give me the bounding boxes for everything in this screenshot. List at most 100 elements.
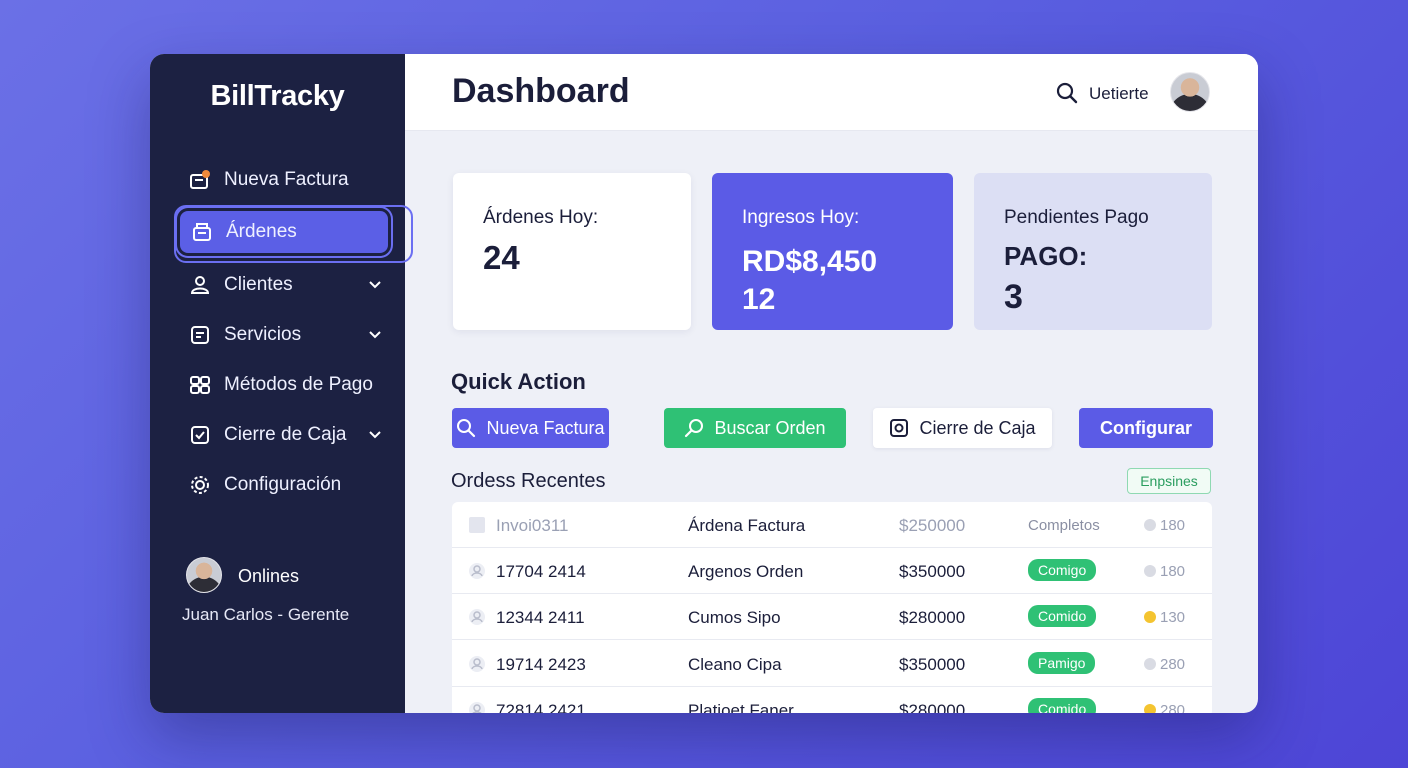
main-content: Dashboard Uetierte Árdenes Hoy: 24 Ingre… [405,54,1258,713]
status-dot [1144,704,1156,713]
chevron-down-icon[interactable] [368,276,382,298]
status-dot [1144,519,1156,531]
table-header-row: Invoi0311 Árdena Factura $250000 Complet… [452,502,1212,548]
cell-status: Completos [1028,517,1100,534]
status-badge: Comido [1028,698,1097,713]
status-dot [1144,658,1156,670]
cell-num: 180 [1160,517,1186,534]
table-row[interactable]: 12344 2411 Cumos Sipo $280000 Comido 130 [452,594,1212,640]
cell-desc: Platioet Faner [688,701,794,713]
search-icon [684,418,704,438]
status-badge: Comido [1028,605,1097,627]
sidebar-item-ordenes[interactable]: Árdenes [174,205,413,263]
search-icon [456,418,476,438]
checkbox-icon[interactable] [468,516,486,539]
sidebar-item-label: Nueva Factura [224,169,349,190]
sidebar-item-servicios[interactable]: Servicios [178,314,388,356]
invoice-icon [188,168,212,192]
configure-button[interactable]: Configurar [1079,408,1213,448]
sidebar: BillTracky Nueva Factura Árdenes Cliente… [150,54,413,713]
cell-amount: $280000 [899,608,966,627]
card-label: Pendientes Pago [1004,207,1149,228]
new-invoice-button[interactable]: Nueva Factura [452,408,609,448]
card-value: 3 [1004,278,1023,316]
sidebar-item-cierre-de-caja[interactable]: Cierre de Caja [178,414,388,456]
table-row[interactable]: 72814 2421 Platioet Faner $280000 Comido… [452,687,1212,713]
top-user-label[interactable]: Uetierte [1089,84,1149,104]
table-row[interactable]: 17704 2414 Argenos Orden $350000 Comigo … [452,548,1212,594]
avatar [186,557,222,593]
app-logo: BillTracky [210,80,345,112]
user-icon [468,655,486,678]
status-badge: Pamigo [1028,652,1096,674]
card-value: 24 [483,239,520,276]
button-label: Configurar [1100,417,1192,438]
sidebar-item-label: Árdenes [226,221,297,242]
sidebar-item-configuracion[interactable]: Configuración [178,464,388,506]
page-title: Dashboard [452,72,630,110]
user-icon [188,273,212,297]
quick-action-title: Quick Action [451,369,586,394]
card-value: RD$8,450 [742,245,878,278]
filter-badge[interactable]: Enpsines [1127,468,1211,494]
cell-num: 180 [1160,563,1186,580]
search-icon[interactable] [1055,81,1079,110]
sidebar-item-nueva-factura[interactable]: Nueva Factura [178,159,388,201]
recent-orders-table: Invoi0311 Árdena Factura $250000 Complet… [452,502,1212,713]
sidebar-item-label: Configuración [224,474,342,495]
cell-desc: Argenos Orden [688,562,804,581]
cell-num: 130 [1160,609,1186,626]
status-badge: Comigo [1028,559,1097,581]
chevron-down-icon[interactable] [368,326,382,348]
user-icon [468,562,486,585]
cell-num: 280 [1160,656,1186,673]
card-orders-today: Árdenes Hoy: 24 [453,173,691,330]
cell-amount: $350000 [899,655,966,674]
services-icon [188,323,212,347]
cell-id: 19714 2423 [496,655,586,674]
table-row[interactable]: 19714 2423 Cleano Cipa $350000 Pamigo 28… [452,641,1212,687]
app-window: BillTracky Nueva Factura Árdenes Cliente… [150,54,1258,713]
cell-id: 72814 2421 [496,701,586,713]
sidebar-item-clientes[interactable]: Clientes [178,264,388,306]
user-status: Onlines [238,566,300,586]
button-label: Buscar Orden [714,417,826,438]
gear-icon [188,473,212,497]
top-bar: Dashboard Uetierte [405,54,1258,131]
button-label: Cierre de Caja [919,417,1036,438]
recent-orders-title: Ordess Recentes [451,470,606,492]
cell-amount: $350000 [899,562,966,581]
button-label: Nueva Factura [486,417,605,438]
cell-amount: $250000 [899,516,966,535]
sidebar-item-label: Cierre de Caja [224,424,347,445]
cash-close-button[interactable]: Cierre de Caja [873,408,1052,448]
cell-desc: Cleano Cipa [688,655,782,674]
cell-id: 17704 2414 [496,562,586,581]
card-pending-payment: Pendientes Pago PAGO: 3 [974,173,1212,330]
cell-num: 280 [1160,702,1186,713]
cash-close-icon [889,418,909,438]
status-dot [1144,611,1156,623]
sidebar-item-label: Servicios [224,324,302,345]
cell-amount: $280000 [899,701,966,713]
cell-id: 12344 2411 [496,608,585,627]
avatar[interactable] [1170,72,1210,112]
cell-desc: Cumos Sipo [688,608,781,627]
cell-desc: Árdena Factura [688,516,806,535]
user-icon [468,701,486,713]
sidebar-item-metodos-de-pago[interactable]: Métodos de Pago [178,364,388,406]
card-label: Árdenes Hoy: [483,207,599,228]
search-order-button[interactable]: Buscar Orden [664,408,846,448]
user-icon [468,608,486,631]
status-dot [1144,565,1156,577]
cell-id: Invoi0311 [496,516,569,535]
cash-close-icon [188,423,212,447]
sidebar-user[interactable]: Onlines Juan Carlos - Gerente [182,557,349,624]
card-label-secondary: PAGO: [1004,241,1088,271]
payment-icon [188,373,212,397]
card-subvalue: 12 [742,283,776,316]
chevron-down-icon[interactable] [368,426,382,448]
user-name: Juan Carlos - Gerente [182,605,350,624]
sidebar-item-label: Clientes [224,274,293,295]
orders-icon [190,220,214,244]
